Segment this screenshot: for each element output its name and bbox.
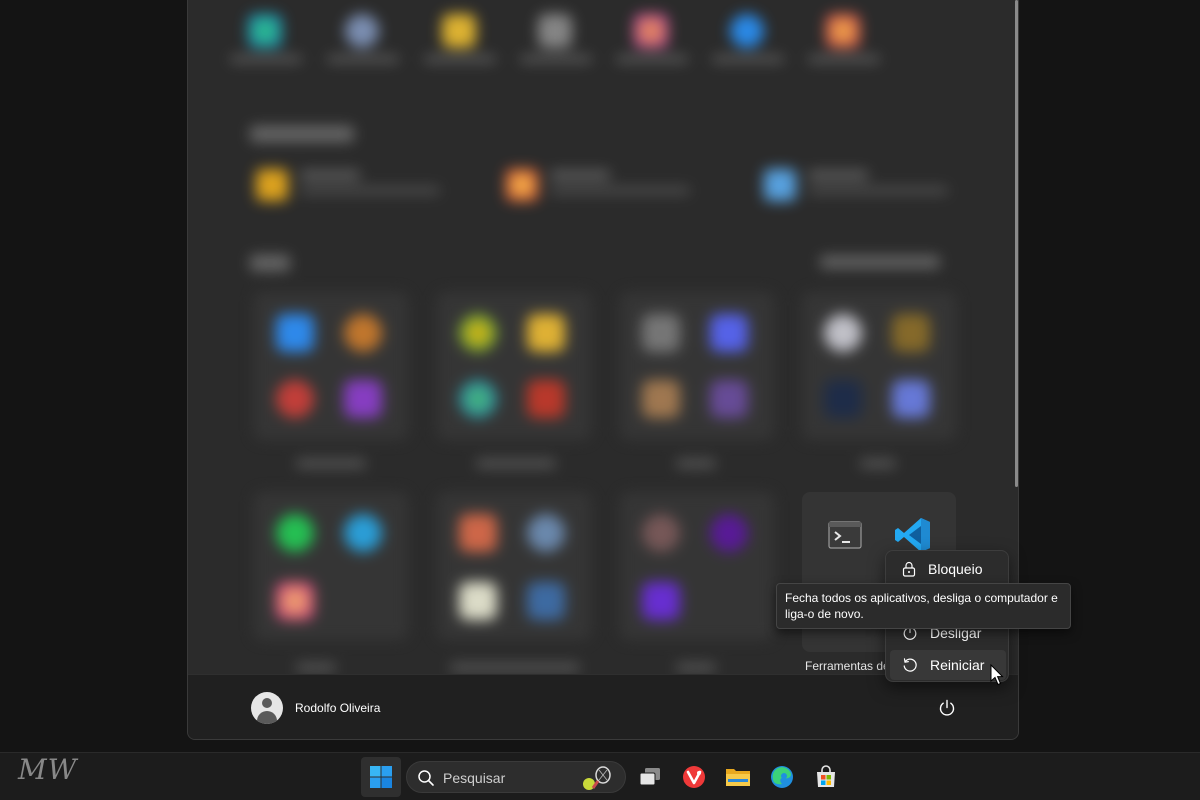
vivaldi-icon (683, 766, 705, 788)
file-explorer-button[interactable] (718, 757, 758, 797)
section-link[interactable] (820, 256, 940, 268)
power-button[interactable] (934, 695, 960, 721)
vscode-icon (894, 516, 932, 554)
pinned-app[interactable] (226, 0, 306, 90)
taskbar-search[interactable]: Pesquisar (406, 761, 626, 793)
user-avatar-icon[interactable] (251, 692, 283, 724)
app-folder[interactable] (254, 292, 408, 440)
section-heading (250, 255, 290, 271)
restart-tooltip: Fecha todos os aplicativos, desliga o co… (776, 583, 1071, 629)
lock-label: Bloqueio (928, 561, 983, 577)
search-icon (418, 770, 434, 786)
scrollbar[interactable] (1015, 0, 1018, 487)
lock-icon (902, 561, 916, 577)
task-view-icon (639, 768, 660, 786)
dev-folder-label: Ferramentas de (805, 659, 885, 673)
terminal-icon (828, 520, 862, 550)
edge-button[interactable] (762, 757, 802, 797)
pinned-app[interactable] (323, 0, 403, 90)
app-folder[interactable] (620, 492, 774, 640)
pinned-app[interactable] (420, 0, 500, 90)
lock-menu-item[interactable]: Bloqueio (890, 554, 1006, 584)
recommended-item[interactable] (506, 165, 726, 205)
microsoft-store-icon (817, 765, 835, 787)
store-button[interactable] (806, 757, 846, 797)
mouse-cursor-icon (990, 664, 1004, 686)
pinned-app[interactable] (708, 0, 788, 90)
pinned-app[interactable] (804, 0, 884, 90)
windows-start-icon (370, 766, 392, 788)
app-folder[interactable] (254, 492, 408, 640)
pinned-app[interactable] (516, 0, 596, 90)
watermark-logo: MW (18, 753, 78, 786)
start-button[interactable] (361, 757, 401, 797)
power-icon (939, 699, 955, 716)
recommended-item[interactable] (256, 165, 476, 205)
restart-icon (903, 658, 917, 672)
app-folder[interactable] (620, 292, 774, 440)
app-folder[interactable] (437, 492, 591, 640)
taskbar: MW Pesquisar (0, 752, 1200, 800)
pinned-app[interactable] (612, 0, 692, 90)
app-folder[interactable] (802, 292, 956, 440)
start-footer: Rodolfo Oliveira (188, 674, 1018, 739)
vivaldi-button[interactable] (674, 757, 714, 797)
restart-label: Reiniciar (930, 657, 985, 673)
edge-icon (771, 766, 793, 788)
search-highlight-icon (583, 766, 611, 790)
recommended-item[interactable] (764, 165, 984, 205)
search-placeholder: Pesquisar (443, 770, 506, 786)
restart-menu-item[interactable]: Reiniciar (890, 650, 1006, 680)
section-heading (250, 126, 354, 142)
task-view-button[interactable] (630, 757, 670, 797)
app-folder[interactable] (437, 292, 591, 440)
user-name[interactable]: Rodolfo Oliveira (295, 701, 380, 715)
file-explorer-icon (726, 769, 750, 786)
